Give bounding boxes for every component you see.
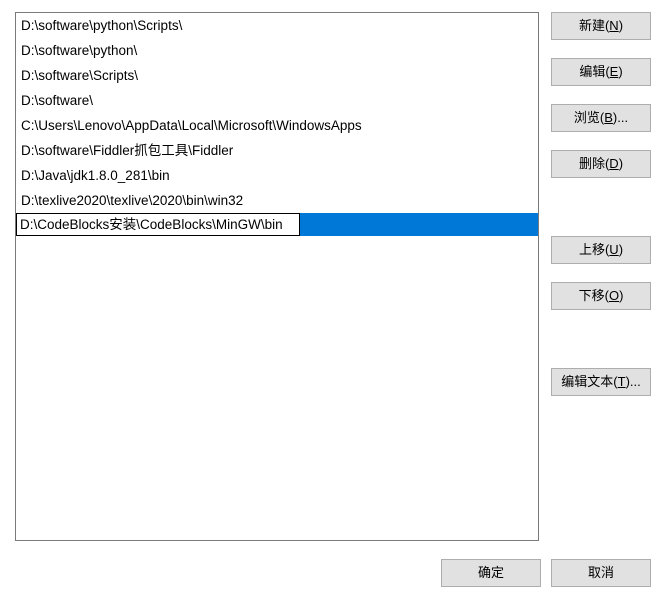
path-edit-input[interactable] — [16, 213, 300, 236]
delete-button[interactable]: 删除(D) — [551, 150, 651, 178]
btn-text: ) — [619, 242, 623, 257]
btn-hotkey: T — [618, 374, 626, 389]
list-item[interactable]: D:\texlive2020\texlive\2020\bin\win32 — [16, 188, 538, 213]
btn-hotkey: D — [609, 156, 618, 171]
move-down-button[interactable]: 下移(O) — [551, 282, 651, 310]
btn-text: 上移( — [579, 242, 609, 257]
btn-text: )... — [626, 374, 641, 389]
btn-text: 删除( — [579, 156, 609, 171]
new-button[interactable]: 新建(N) — [551, 12, 651, 40]
ok-button[interactable]: 确定 — [441, 559, 541, 587]
btn-text: ) — [618, 64, 622, 79]
browse-button[interactable]: 浏览(B)... — [551, 104, 651, 132]
btn-text: 编辑文本( — [561, 374, 617, 389]
list-item[interactable]: D:\software\python\Scripts\ — [16, 13, 538, 38]
btn-hotkey: N — [609, 18, 618, 33]
button-column: 新建(N) 编辑(E) 浏览(B)... 删除(D) 上移(U) 下移(O) 编… — [551, 12, 651, 541]
btn-text: ) — [619, 156, 623, 171]
list-item[interactable]: C:\Users\Lenovo\AppData\Local\Microsoft\… — [16, 113, 538, 138]
path-listbox[interactable]: D:\software\python\Scripts\ D:\software\… — [15, 12, 539, 541]
list-item[interactable]: D:\software\ — [16, 88, 538, 113]
list-item[interactable]: D:\software\Scripts\ — [16, 63, 538, 88]
btn-text: 下移( — [579, 288, 609, 303]
list-item[interactable]: D:\software\python\ — [16, 38, 538, 63]
move-up-button[interactable]: 上移(U) — [551, 236, 651, 264]
cancel-button[interactable]: 取消 — [551, 559, 651, 587]
btn-text: )... — [613, 110, 628, 125]
edit-button[interactable]: 编辑(E) — [551, 58, 651, 86]
btn-text: 浏览( — [574, 110, 604, 125]
btn-hotkey: U — [609, 242, 618, 257]
edit-text-button[interactable]: 编辑文本(T)... — [551, 368, 651, 396]
btn-text: ) — [619, 18, 623, 33]
list-item-selected[interactable] — [16, 213, 538, 236]
list-item[interactable]: D:\Java\jdk1.8.0_281\bin — [16, 163, 538, 188]
btn-text: 新建( — [579, 18, 609, 33]
list-item[interactable]: D:\software\Fiddler抓包工具\Fiddler — [16, 138, 538, 163]
btn-hotkey: B — [604, 110, 613, 125]
btn-text: 编辑( — [579, 64, 609, 79]
btn-hotkey: O — [609, 288, 619, 303]
dialog-buttons: 确定 取消 — [441, 559, 651, 587]
btn-text: ) — [619, 288, 623, 303]
